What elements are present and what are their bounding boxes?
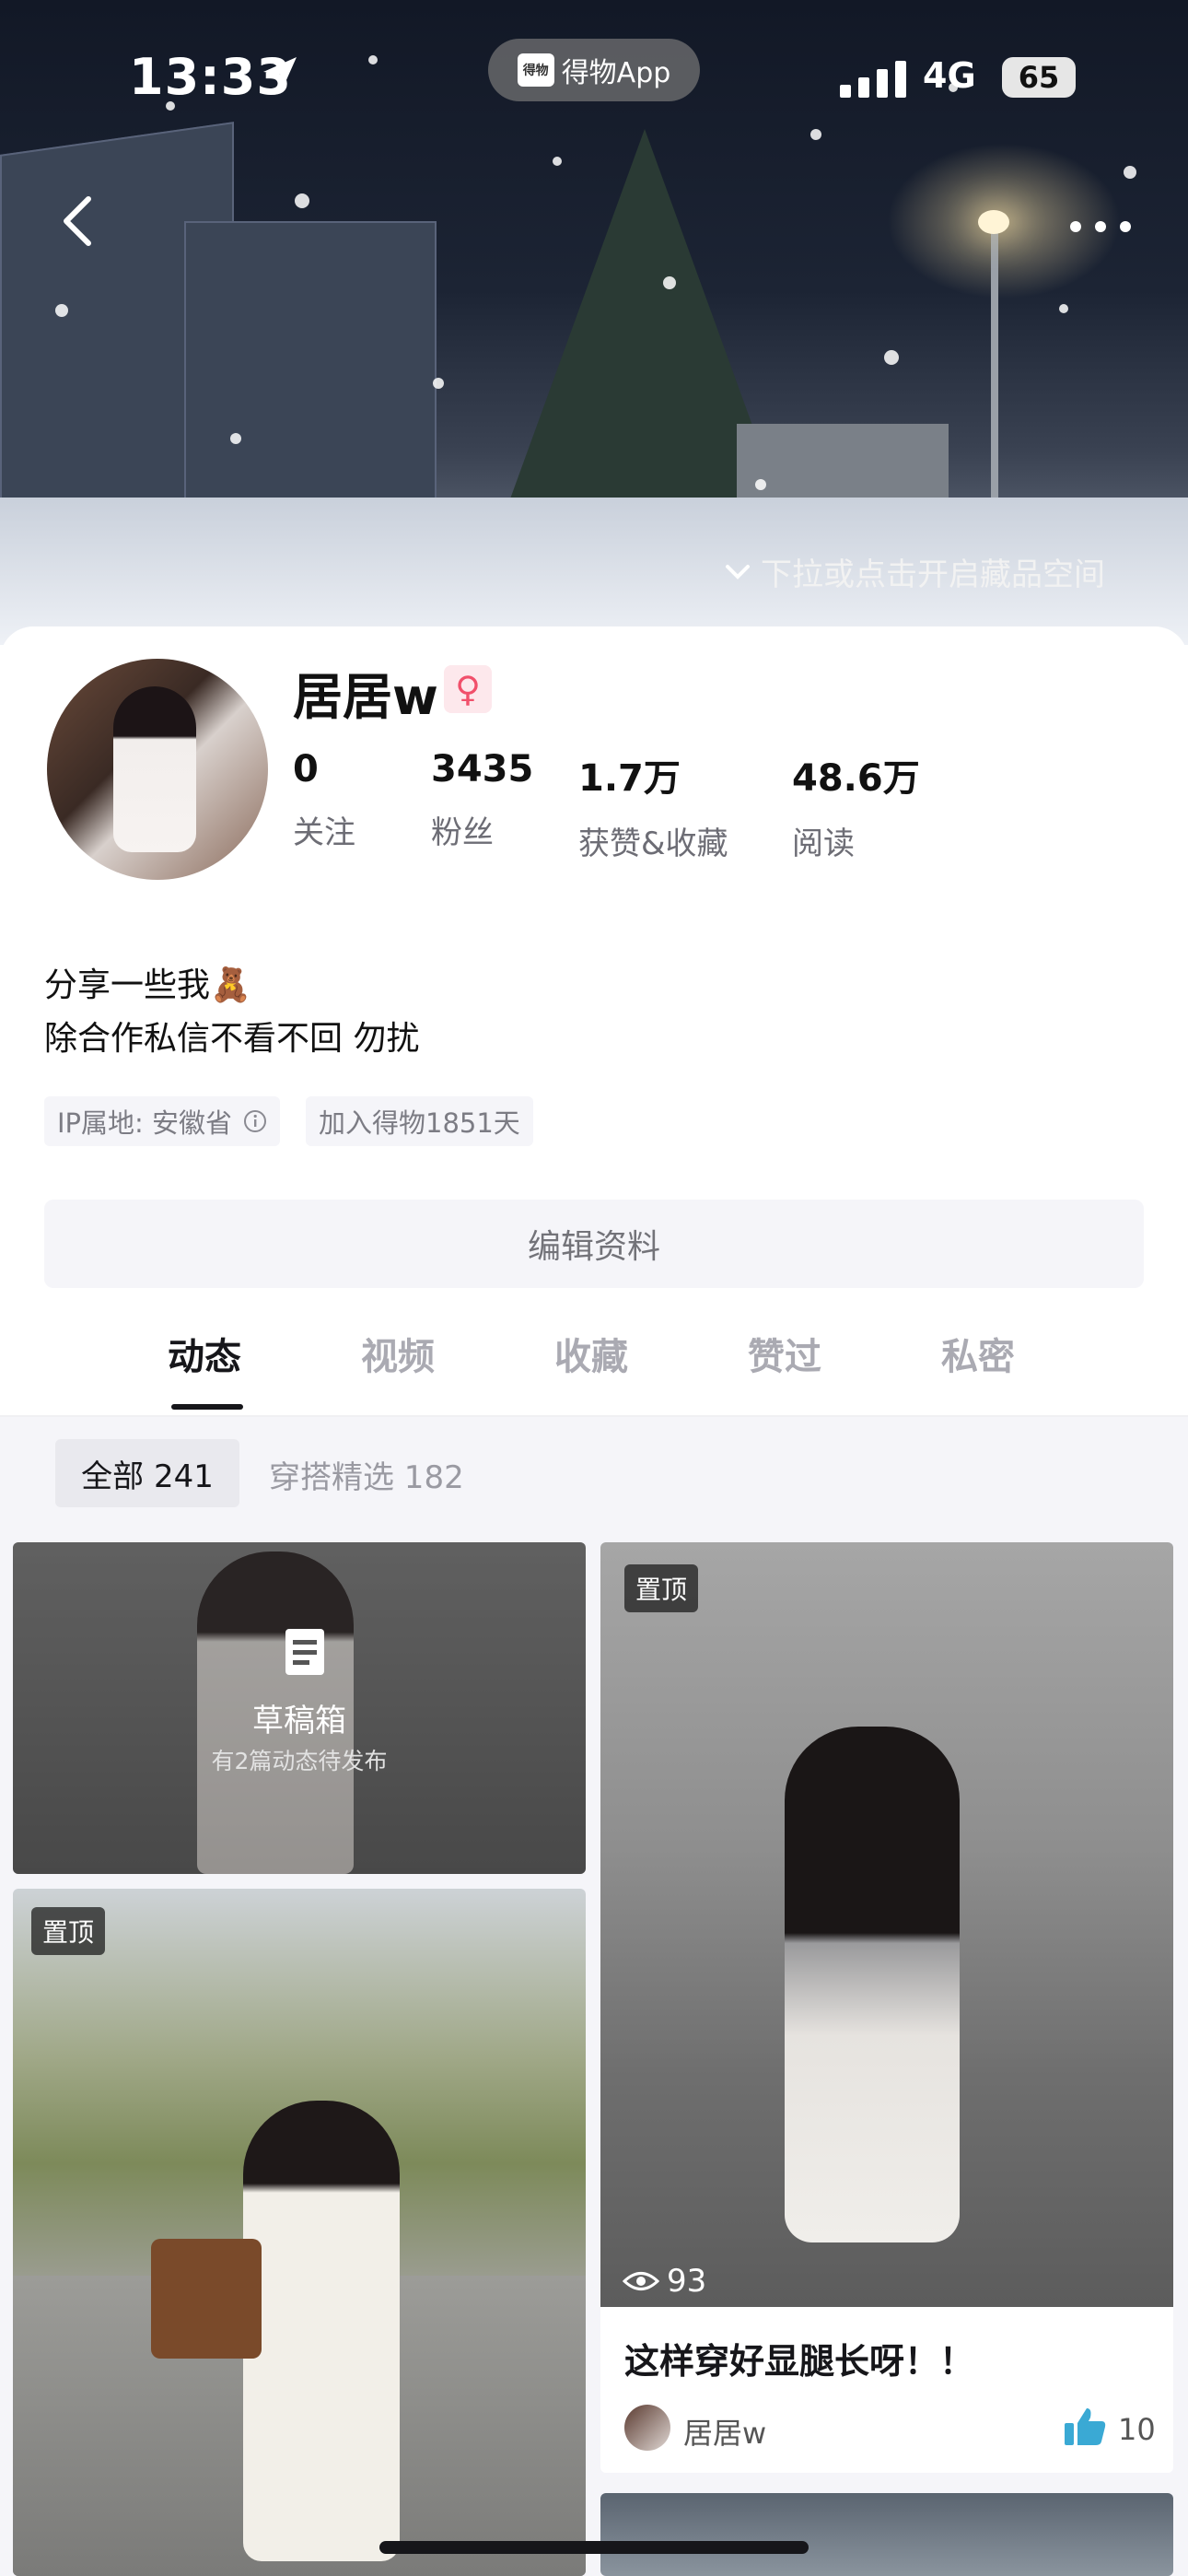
- network-type: 4G: [923, 55, 976, 96]
- like-thumbs-up-icon[interactable]: [1063, 2406, 1107, 2447]
- snowflake: [810, 129, 821, 140]
- cover-lamp-post: [991, 221, 998, 534]
- stat-reads[interactable]: 48.6万 阅读: [792, 748, 920, 863]
- username: 居居w: [293, 668, 438, 726]
- app-name: 得物App: [561, 57, 671, 89]
- join-days-tag: 加入得物1851天: [306, 1096, 533, 1146]
- draft-subtitle: 有2篇动态待发布: [211, 1748, 388, 1774]
- snowflake: [755, 479, 766, 490]
- tab-videos[interactable]: 视频: [361, 1327, 435, 1380]
- snowflake: [1124, 166, 1136, 179]
- post-author-name[interactable]: 居居w: [683, 2410, 766, 2453]
- snowflake: [884, 350, 899, 365]
- stat-label: 粉丝: [431, 814, 494, 851]
- avatar-figure: [113, 686, 196, 852]
- snowflake: [230, 433, 241, 444]
- post-image-bag: [151, 2239, 262, 2359]
- battery-indicator: 65: [1002, 57, 1076, 98]
- post-image-figure: [785, 1727, 960, 2242]
- ip-location-text: IP属地: 安徽省: [57, 1107, 233, 1139]
- snowflake: [553, 157, 562, 166]
- snowflake: [663, 276, 676, 289]
- tab-liked[interactable]: 赞过: [748, 1327, 821, 1380]
- cover-house-mid: [184, 221, 437, 529]
- app-logo-icon: 得物: [517, 53, 554, 87]
- draft-box-card[interactable]: 草稿箱 有2篇动态待发布: [13, 1542, 586, 1874]
- avatar[interactable]: [44, 656, 271, 883]
- post-image-figure: [243, 2101, 400, 2561]
- post-card-pinned-right-image[interactable]: 置顶: [600, 1542, 1173, 2307]
- stat-value: 0: [293, 748, 319, 790]
- ip-location-tag[interactable]: IP属地: 安徽省: [44, 1096, 281, 1146]
- like-count: 10: [1118, 2412, 1156, 2447]
- bio-line-2: 除合作私信不看不回 勿扰: [44, 1020, 420, 1058]
- info-icon: [244, 1110, 267, 1132]
- more-options-icon[interactable]: [1068, 217, 1133, 236]
- cover-lamp-light: [978, 210, 1009, 234]
- pinned-badge: 置顶: [624, 1564, 699, 1612]
- chevron-down-icon: [726, 564, 750, 580]
- tab-private[interactable]: 私密: [941, 1327, 1015, 1380]
- pinned-badge: 置顶: [31, 1907, 106, 1955]
- back-icon[interactable]: [53, 193, 109, 249]
- post-title[interactable]: 这样穿好显腿长呀！！: [624, 2333, 974, 2383]
- stat-label: 阅读: [792, 825, 855, 862]
- gender-female-icon: ♀: [444, 665, 492, 713]
- snowflake: [295, 193, 309, 208]
- snowflake: [1059, 304, 1068, 313]
- active-tab-indicator: [171, 1404, 243, 1410]
- return-to-app-pill[interactable]: 得物 得物App: [488, 39, 700, 101]
- edit-profile-button[interactable]: 编辑资料: [44, 1200, 1144, 1288]
- stat-value: 1.7万: [578, 757, 681, 800]
- tab-posts[interactable]: 动态: [168, 1327, 241, 1380]
- signal-icon: [840, 61, 906, 98]
- snowflake: [368, 55, 378, 64]
- draft-title: 草稿箱: [252, 1703, 346, 1739]
- post-card-pinned-left[interactable]: 置顶: [13, 1889, 586, 2576]
- stat-value: 48.6万: [792, 757, 920, 800]
- home-indicator[interactable]: [379, 2541, 809, 2554]
- tab-collections[interactable]: 收藏: [554, 1327, 628, 1380]
- document-icon: [285, 1629, 324, 1675]
- collection-hint-text: 下拉或点击开启藏品空间: [761, 556, 1105, 593]
- eye-icon: [623, 2272, 659, 2290]
- stat-label: 关注: [293, 814, 355, 851]
- post-author-avatar[interactable]: [624, 2405, 670, 2451]
- stat-value: 3435: [431, 748, 534, 790]
- view-count: 93: [623, 2263, 706, 2300]
- stat-label: 获赞&收藏: [578, 825, 728, 862]
- location-arrow-icon: [263, 57, 297, 90]
- filter-outfit-picks[interactable]: 穿搭精选 182: [269, 1452, 464, 1497]
- snowflake: [433, 378, 444, 389]
- view-count-value: 93: [667, 2263, 707, 2300]
- bio-line-1: 分享一些我🧸: [44, 966, 251, 1004]
- stat-following[interactable]: 0 关注: [293, 748, 355, 852]
- snowflake: [55, 304, 68, 317]
- stat-followers[interactable]: 3435 粉丝: [431, 748, 533, 852]
- filter-all[interactable]: 全部 241: [55, 1439, 239, 1507]
- post-card-next[interactable]: [600, 2493, 1173, 2576]
- stat-likes-collections[interactable]: 1.7万 获赞&收藏: [578, 748, 728, 863]
- collection-space-hint[interactable]: 下拉或点击开启藏品空间: [724, 549, 1105, 594]
